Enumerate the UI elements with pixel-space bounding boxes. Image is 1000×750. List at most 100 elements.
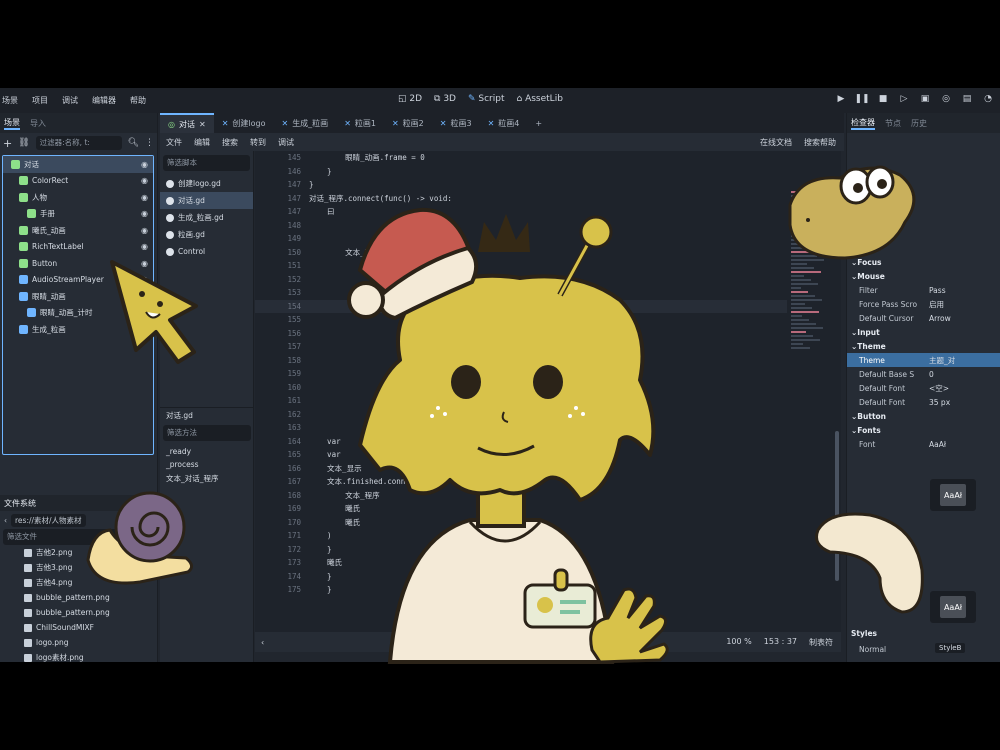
workspace-2d[interactable]: ◱ 2D: [398, 94, 422, 104]
inspector-row[interactable]: Default Font <空>: [847, 381, 1000, 395]
script-menu-debug[interactable]: 调试: [278, 137, 294, 148]
scene-node-4[interactable]: 曦氏_动画 ◉: [3, 222, 153, 239]
script-menu-edit[interactable]: 编辑: [194, 137, 210, 148]
tab-filesystem[interactable]: 文件系统: [0, 495, 158, 511]
visibility-eye-icon[interactable]: ◉: [141, 209, 148, 218]
script-tab-2[interactable]: ✕ 生成_粒画: [273, 113, 336, 133]
script-tab-0[interactable]: ◎ 对话 ✕: [160, 113, 214, 133]
inspector-row[interactable]: Filter Pass: [847, 283, 1000, 297]
search-help-link[interactable]: 搜索帮助: [804, 137, 836, 148]
tab-scene[interactable]: 场景: [4, 117, 20, 130]
styles-section[interactable]: Styles: [851, 629, 877, 638]
visibility-eye-icon[interactable]: ◉: [141, 160, 148, 169]
code-editor[interactable]: 145 眼睛_动画.frame = 0 146 } 147} 147 对话_程序.con…: [255, 151, 787, 632]
tab-inspector[interactable]: 检查器: [851, 117, 875, 130]
script-tab-3[interactable]: ✕ 粒画1: [336, 113, 384, 133]
tab-import[interactable]: 导入: [30, 118, 46, 129]
inspector-row[interactable]: ⌄ Theme: [847, 339, 1000, 353]
link-icon[interactable]: ⛓: [18, 138, 29, 148]
code-minimap[interactable]: [787, 151, 833, 632]
collapse-panel-icon[interactable]: ‹: [255, 638, 264, 647]
script-list-item[interactable]: Control: [160, 243, 253, 260]
zoom-level[interactable]: 100 %: [726, 637, 751, 648]
scene-node-5[interactable]: RichTextLabel ◉: [3, 239, 153, 256]
filesystem-path[interactable]: res://素材/人物素材: [11, 513, 86, 527]
scene-node-2[interactable]: 人物 ◉: [3, 189, 153, 206]
script-list-item[interactable]: 粒画.gd: [160, 226, 253, 243]
filesystem-filter-input[interactable]: 筛选文件: [3, 529, 155, 545]
script-menu-goto[interactable]: 转到: [250, 137, 266, 148]
scene-node-6[interactable]: Button ◉: [3, 255, 153, 272]
tab-history[interactable]: 历史: [911, 118, 927, 129]
file-item[interactable]: logo.png: [0, 635, 158, 650]
inspector-row[interactable]: Font AaAł: [847, 437, 1000, 451]
movie-icon[interactable]: ◎: [940, 93, 952, 105]
scene-filter-input[interactable]: 过滤器:名称, t:: [35, 136, 122, 150]
online-docs-link[interactable]: 在线文档: [760, 137, 792, 148]
scene-node-10[interactable]: 生成_粒画: [3, 321, 153, 338]
inspector-row[interactable]: ⌄ Button: [847, 409, 1000, 423]
inspector-value[interactable]: 主题_对: [929, 355, 955, 366]
inspector-value[interactable]: AaAł: [929, 440, 946, 449]
inspector-value[interactable]: 35 px: [929, 398, 950, 407]
play-custom-icon[interactable]: ▣: [919, 93, 931, 105]
search-icon[interactable]: 🔍︎: [128, 138, 139, 148]
inspector-row[interactable]: ⌄ Focus: [847, 255, 1000, 269]
pause-icon[interactable]: ❚❚: [854, 93, 869, 105]
script-list-item[interactable]: 对话.gd: [160, 192, 253, 209]
file-item[interactable]: bubble_pattern.png: [0, 590, 158, 605]
inspector-row[interactable]: ⌄ Mouse: [847, 269, 1000, 283]
font-preview-2[interactable]: AaAł: [930, 591, 976, 623]
new-tab-icon[interactable]: +: [527, 113, 550, 133]
visibility-eye-icon[interactable]: ◉: [141, 176, 148, 185]
inspector-value[interactable]: <空>: [929, 383, 949, 394]
inspector-row[interactable]: Force Pass Scro 启用: [847, 297, 1000, 311]
add-node-icon[interactable]: +: [3, 137, 12, 150]
scrollbar-thumb[interactable]: [835, 431, 839, 581]
menu-scene[interactable]: 场景: [2, 95, 18, 106]
script-list-item[interactable]: 生成_粒画.gd: [160, 209, 253, 226]
menu-help[interactable]: 帮助: [130, 95, 146, 106]
script-menu-file[interactable]: 文件: [166, 137, 182, 148]
file-item[interactable]: bubble_pattern.png: [0, 605, 158, 620]
renderer-icon[interactable]: ▤: [961, 93, 973, 105]
script-tab-1[interactable]: ✕ 创建logo: [214, 113, 274, 133]
scene-node-1[interactable]: ColorRect ◉: [3, 173, 153, 190]
method-item[interactable]: _process: [160, 460, 254, 473]
visibility-eye-icon[interactable]: ◉: [141, 292, 148, 301]
indent-mode[interactable]: 制表符: [809, 637, 833, 648]
workspace-assetlib[interactable]: ⌂ AssetLib: [517, 94, 563, 104]
play-scene-icon[interactable]: ▷: [898, 93, 910, 105]
stop-icon[interactable]: ■: [877, 93, 889, 105]
visibility-eye-icon[interactable]: ◉: [141, 275, 148, 284]
script-filter-input[interactable]: 筛选脚本: [163, 155, 250, 171]
close-tab-icon[interactable]: ✕: [199, 120, 206, 129]
method-item[interactable]: _ready: [160, 447, 254, 460]
inspector-row[interactable]: ⌄ Fonts: [847, 423, 1000, 437]
workspace-script[interactable]: ✎ Script: [468, 94, 505, 104]
scene-node-7[interactable]: AudioStreamPlayer ◉: [3, 272, 153, 289]
scene-node-9[interactable]: 眼睛_动画_计时: [3, 305, 153, 322]
script-tab-6[interactable]: ✕ 粒画4: [480, 113, 528, 133]
inspector-value[interactable]: 0: [929, 370, 934, 379]
inspector-row[interactable]: ⌄ Input: [847, 325, 1000, 339]
inspector-value[interactable]: 启用: [929, 299, 944, 310]
font-preview-1[interactable]: AaAł: [930, 479, 976, 511]
file-item[interactable]: 吉他2.png: [0, 545, 158, 560]
inspector-row[interactable]: Default Cursor Arrow: [847, 311, 1000, 325]
style-normal-value[interactable]: StyleB: [935, 643, 966, 653]
script-menu-search[interactable]: 搜索: [222, 137, 238, 148]
method-item[interactable]: 文本_对话_程序: [160, 473, 254, 486]
inspector-row[interactable]: Default Base S 0: [847, 367, 1000, 381]
file-item[interactable]: logo素材.png: [0, 650, 158, 662]
inspector-row[interactable]: Default Font 35 px: [847, 395, 1000, 409]
menu-project[interactable]: 项目: [32, 95, 48, 106]
file-item[interactable]: ChillSoundMIXF: [0, 620, 158, 635]
tab-node[interactable]: 节点: [885, 118, 901, 129]
file-item[interactable]: 吉他3.png: [0, 560, 158, 575]
back-icon[interactable]: ‹: [4, 516, 7, 525]
scene-node-3[interactable]: 手册 ◉: [3, 206, 153, 223]
scene-node-8[interactable]: 眼睛_动画 ◉: [3, 288, 153, 305]
script-list-item[interactable]: 创建logo.gd: [160, 175, 253, 192]
scene-node-0[interactable]: 对话 ◉: [3, 156, 153, 173]
